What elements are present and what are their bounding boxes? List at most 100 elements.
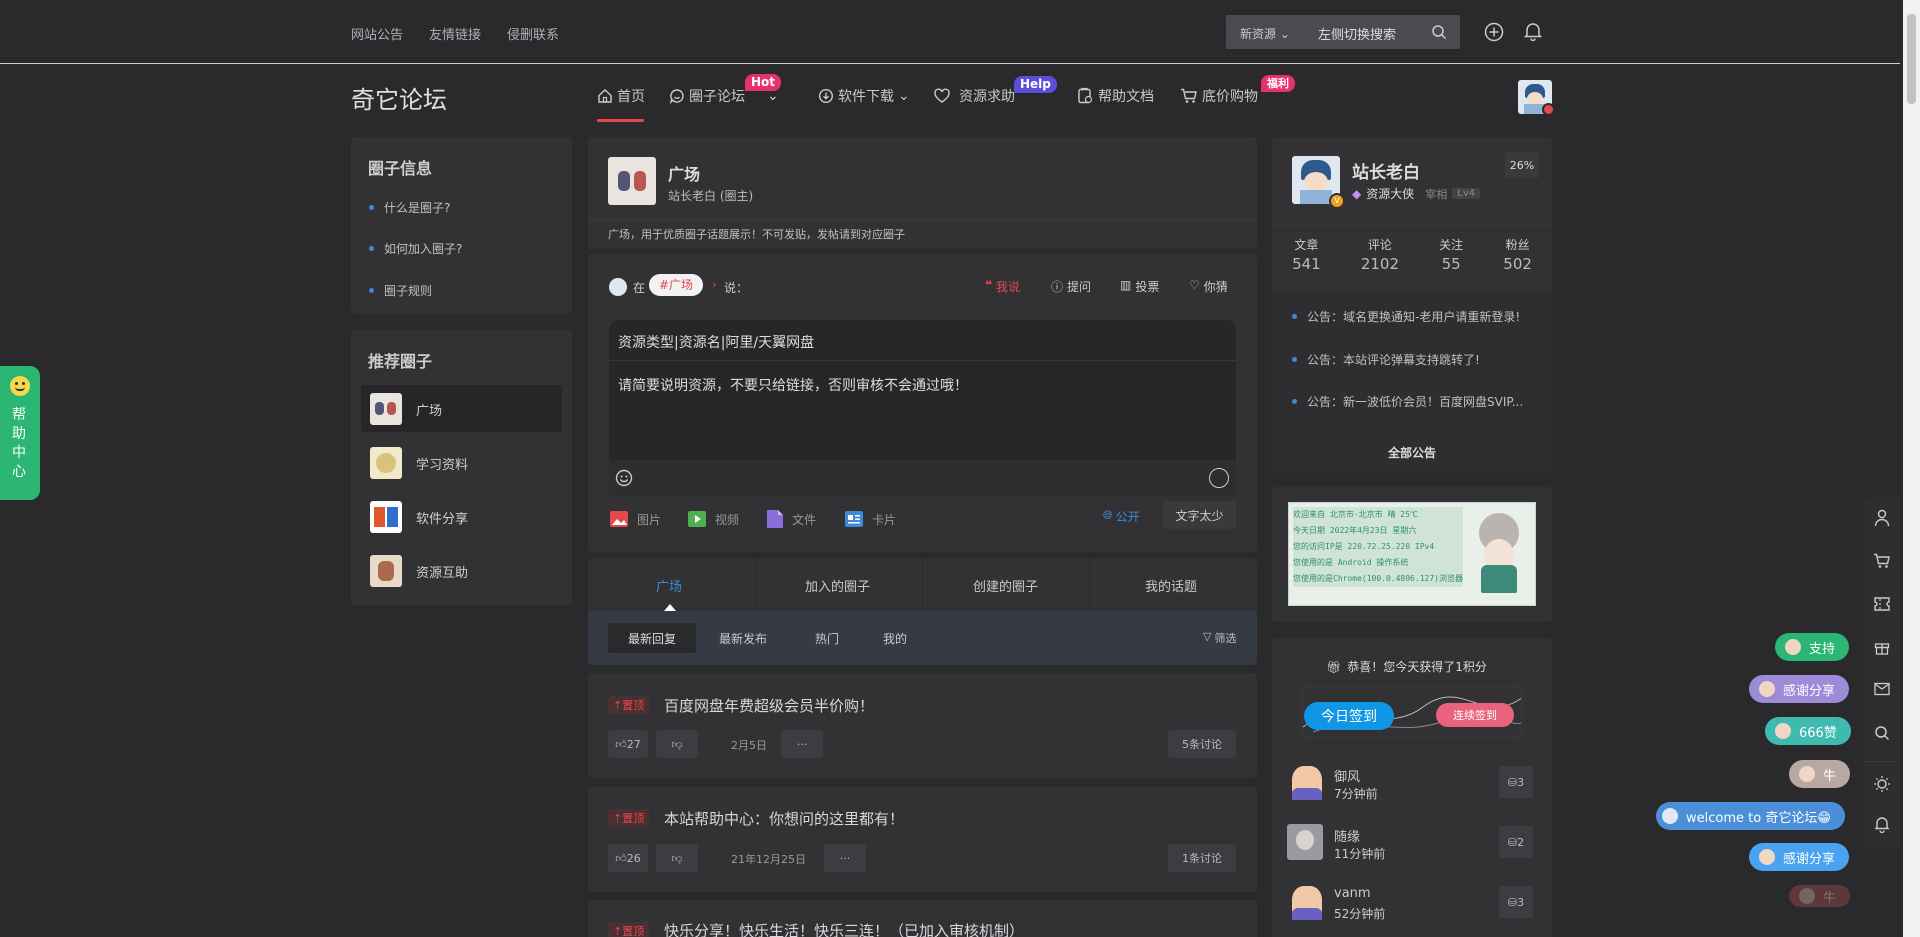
mode-guess[interactable]: ♡ 你猜: [1189, 278, 1228, 295]
notification-icon[interactable]: [1874, 815, 1890, 837]
attach-file[interactable]: 文件: [766, 509, 816, 529]
dislike-button[interactable]: 👎︎: [656, 730, 698, 758]
post-title[interactable]: 快乐分享！快乐生活！快乐三连！（已加入审核机制）: [664, 920, 1024, 937]
sort-latest-reply[interactable]: 最新回复: [608, 623, 696, 653]
danmaku-pill[interactable]: 支持: [1775, 633, 1850, 661]
active-tab-arrow: [664, 604, 676, 611]
help-center-tab[interactable]: 帮助中心: [0, 366, 40, 500]
rec-item-software[interactable]: 软件分享: [370, 501, 468, 533]
stat-following[interactable]: 关注 55: [1439, 236, 1463, 273]
nav-home[interactable]: 首页: [597, 86, 645, 106]
rec-item-study[interactable]: 学习资料: [370, 447, 468, 479]
notice-item[interactable]: 公告：新一波低价会员！百度网盘SVIP...: [1292, 393, 1523, 410]
circle-owner[interactable]: 站长老白 (圈主): [668, 187, 753, 204]
post-item[interactable]: ⇡置顶 本站帮助中心：你想问的这里都有！ 👍︎ 26 👎︎ 21年12月25日 ·…: [588, 787, 1257, 892]
checkin-streak-button[interactable]: 连续签到: [1436, 703, 1514, 727]
filter-button[interactable]: ▽ 筛选: [1203, 630, 1236, 646]
add-icon[interactable]: [1484, 22, 1504, 46]
stat-fans[interactable]: 粉丝 502: [1503, 236, 1532, 273]
tab-joined[interactable]: 加入的圈子: [805, 576, 870, 595]
mode-say[interactable]: ❝ 我说: [985, 278, 1020, 295]
rec-item-exchange[interactable]: 资源互助: [370, 555, 468, 587]
site-logo[interactable]: 奇它论坛: [351, 80, 447, 115]
nav-software[interactable]: 软件下载 ⌄: [818, 86, 910, 106]
bell-icon[interactable]: [1523, 21, 1543, 45]
sort-hot[interactable]: 热门: [815, 630, 839, 647]
post-title[interactable]: 本站帮助中心：你想问的这里都有！: [664, 808, 904, 829]
search-icon[interactable]: [1431, 24, 1447, 44]
comments-count[interactable]: 5条讨论: [1168, 730, 1236, 758]
post-title[interactable]: 百度网盘年费超级会员半价购！: [664, 695, 874, 716]
checkin-user-time: 11分钟前: [1334, 847, 1386, 861]
nav-shop[interactable]: 底价购物: [1180, 86, 1258, 106]
tab-my-topics[interactable]: 我的话题: [1145, 576, 1197, 595]
circle-tag-select[interactable]: #广场: [649, 274, 704, 296]
profile-name[interactable]: 站长老白: [1352, 158, 1420, 183]
more-button[interactable]: ···: [781, 730, 823, 758]
notice-item[interactable]: 公告：域名更换通知-老用户请重新登录!: [1292, 308, 1520, 325]
sort-mine[interactable]: 我的: [883, 630, 907, 647]
mode-vote[interactable]: ▥ 投票: [1120, 278, 1159, 295]
post-body-input[interactable]: 请简要说明资源，不要只给链接，否则审核不会通过哦！: [618, 375, 968, 395]
gift-icon[interactable]: [1874, 639, 1890, 659]
search-input[interactable]: 左侧切换搜索: [1318, 24, 1396, 43]
user-avatar[interactable]: [1292, 766, 1322, 800]
checkin-user-name[interactable]: 御风: [1334, 766, 1360, 785]
info-item-join[interactable]: 如何加入圈子?: [369, 240, 462, 257]
theme-toggle-icon[interactable]: [1873, 775, 1891, 797]
cart-icon[interactable]: [1873, 553, 1891, 573]
attach-image[interactable]: 图片: [609, 509, 661, 529]
composer-say-label: 说：: [724, 281, 749, 295]
thumb-up-icon: 👍︎: [615, 851, 627, 865]
info-item-what[interactable]: 什么是圈子?: [369, 199, 450, 216]
info-item-rules[interactable]: 圈子规则: [369, 282, 432, 299]
attach-card[interactable]: 卡片: [844, 509, 896, 529]
submit-button[interactable]: 文字太少: [1163, 501, 1236, 529]
like-button[interactable]: 👍︎ 26: [608, 844, 648, 872]
checkin-user-name[interactable]: 随缘: [1334, 826, 1360, 845]
user-icon[interactable]: [1874, 509, 1890, 531]
coupon-icon[interactable]: [1874, 596, 1890, 616]
mode-question[interactable]: ⓘ 提问: [1051, 278, 1091, 295]
more-button[interactable]: ···: [824, 844, 866, 872]
danmaku-pill[interactable]: 666赞: [1765, 717, 1851, 745]
danmaku-pill[interactable]: welcome to 奇它论坛😁: [1656, 802, 1845, 830]
checkin-user-name[interactable]: vanm: [1334, 886, 1371, 901]
top-link-contact[interactable]: 侵删联系: [507, 24, 559, 43]
post-item[interactable]: ⇡置顶 快乐分享！快乐生活！快乐三连！（已加入审核机制）: [588, 900, 1257, 937]
all-notices-link[interactable]: 全部公告: [1388, 444, 1436, 461]
checkin-today-button[interactable]: 今日签到: [1304, 702, 1394, 730]
danmaku-pill[interactable]: 感谢分享: [1749, 843, 1850, 871]
gift-icon: 🎁︎: [1326, 659, 1342, 674]
attach-video[interactable]: 视频: [687, 509, 739, 529]
nav-request[interactable]: 资源求助: [933, 86, 1015, 106]
nav-docs[interactable]: 帮助文档: [1076, 86, 1154, 106]
scrollbar[interactable]: [1903, 0, 1920, 937]
tab-plaza[interactable]: 广场: [656, 576, 682, 595]
nav-circles-label: 圈子论坛: [689, 89, 745, 105]
sort-latest-post[interactable]: 最新发布: [719, 630, 767, 647]
mail-icon[interactable]: [1874, 682, 1890, 700]
comments-count[interactable]: 1条讨论: [1168, 844, 1236, 872]
search-icon[interactable]: [1874, 725, 1890, 745]
search-scope-select[interactable]: 新资源 ⌄: [1240, 25, 1290, 42]
visibility-select[interactable]: 🌐︎ 公开: [1103, 508, 1140, 525]
tab-created[interactable]: 创建的圈子: [973, 576, 1038, 595]
stat-articles[interactable]: 文章 541: [1292, 236, 1321, 273]
dislike-button[interactable]: 👎︎: [656, 844, 698, 872]
danmaku-pill[interactable]: 牛: [1789, 885, 1851, 907]
like-button[interactable]: 👍︎ 27: [608, 730, 648, 758]
emoji-icon[interactable]: [615, 469, 633, 491]
user-avatar[interactable]: [1287, 824, 1323, 860]
notice-item[interactable]: 公告：本站评论弹幕支持跳转了!: [1292, 351, 1480, 368]
rec-item-plaza[interactable]: 广场: [370, 393, 442, 425]
post-title-input[interactable]: 资源类型|资源名|阿里/天翼网盘: [618, 332, 814, 352]
post-item[interactable]: ⇡置顶 百度网盘年费超级会员半价购！ 👍︎ 27 👎︎ 2月5日 ··· 5条讨论: [588, 673, 1257, 778]
danmaku-pill[interactable]: 牛: [1789, 760, 1851, 788]
stat-comments[interactable]: 评论 2102: [1361, 236, 1399, 273]
user-avatar: [1799, 888, 1815, 904]
danmaku-pill[interactable]: 感谢分享: [1749, 675, 1850, 703]
top-link-friends[interactable]: 友情链接: [429, 24, 481, 43]
top-link-announcement[interactable]: 网站公告: [351, 24, 403, 43]
user-avatar[interactable]: [1292, 886, 1322, 920]
